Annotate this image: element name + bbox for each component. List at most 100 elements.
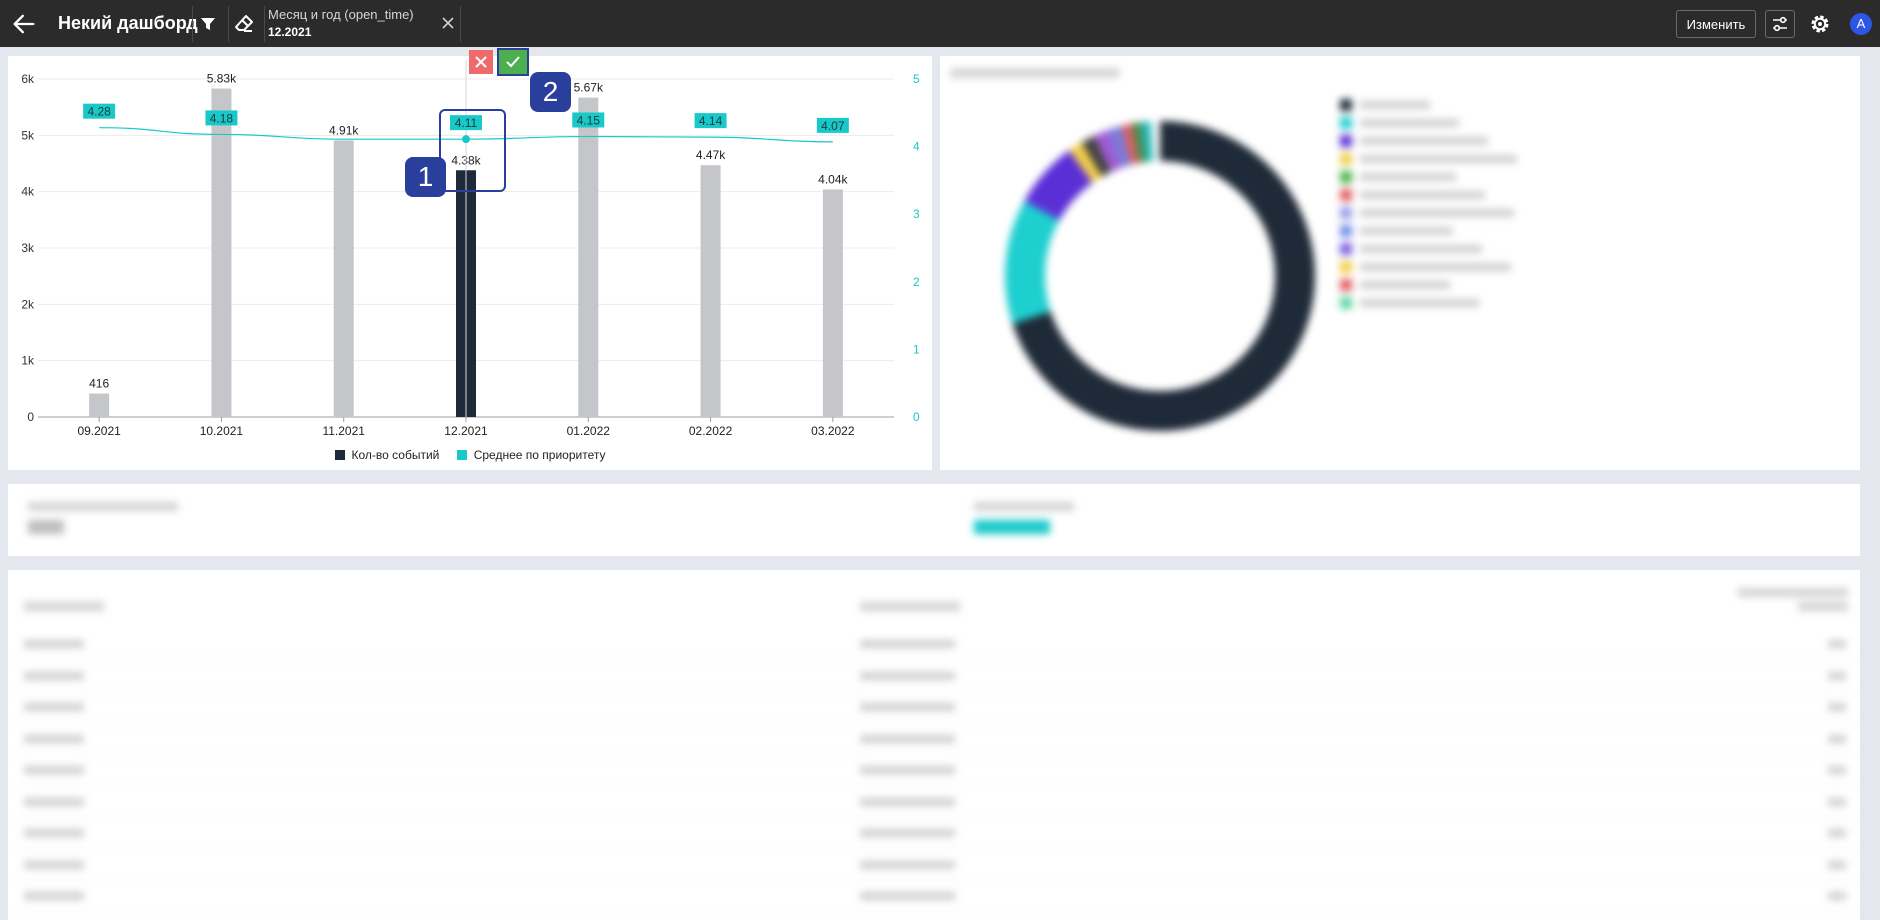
y-left-tick-label: 0 <box>27 410 34 424</box>
donut-legend-item[interactable] <box>1340 114 1517 132</box>
kpi-value-placeholder <box>974 520 1050 534</box>
confirm-selection-button[interactable] <box>497 48 529 76</box>
donut-legend-item[interactable] <box>1340 240 1517 258</box>
legend-swatch <box>1340 297 1352 309</box>
bar-value-label: 4.91k <box>329 123 359 137</box>
line-value-label: 4.14 <box>699 114 723 128</box>
table-header-placeholder <box>1738 588 1848 597</box>
divider <box>264 6 265 42</box>
donut-panel <box>940 56 1860 470</box>
table-row[interactable] <box>8 786 1860 818</box>
legend-swatch <box>334 450 345 460</box>
line-value-label: 4.18 <box>210 111 234 125</box>
filter-icon[interactable] <box>196 12 220 36</box>
donut-title-placeholder <box>950 68 1120 78</box>
legend-swatch <box>1340 225 1352 237</box>
donut-legend-item[interactable] <box>1340 258 1517 276</box>
legend-label-placeholder <box>1360 191 1485 199</box>
legend-swatch <box>456 450 467 460</box>
y-right-tick-label: 0 <box>913 410 920 424</box>
table-cell-placeholder <box>1828 829 1846 837</box>
edit-button[interactable]: Изменить <box>1676 10 1756 38</box>
bar-value-label: 416 <box>89 377 109 391</box>
filter-value: 12.2021 <box>268 25 312 39</box>
bar-value-label: 4.47k <box>696 148 726 162</box>
line-value-label: 4.15 <box>577 113 601 127</box>
y-right-tick-label: 1 <box>913 342 920 356</box>
bar-value-label: 5.83k <box>207 72 237 86</box>
table-cell-placeholder <box>1828 734 1846 743</box>
table-row[interactable] <box>8 880 1860 912</box>
donut-legend-item[interactable] <box>1340 186 1517 204</box>
legend-swatch <box>1340 279 1352 291</box>
callout-badge-1: 1 <box>405 157 446 197</box>
y-right-tick-label: 3 <box>913 207 920 221</box>
back-arrow-icon[interactable] <box>10 10 38 38</box>
legend-swatch <box>1340 189 1352 201</box>
table-row[interactable] <box>8 628 1860 660</box>
donut-legend-item[interactable] <box>1340 294 1517 312</box>
legend-item-events[interactable]: Кол-во событий <box>334 448 440 462</box>
gear-icon[interactable] <box>1808 12 1832 36</box>
callout-highlight-1 <box>439 109 506 192</box>
settings-sliders-button[interactable] <box>1765 10 1795 38</box>
avatar[interactable]: A <box>1850 13 1872 35</box>
y-left-tick-label: 2k <box>21 297 35 311</box>
y-right-tick-label: 5 <box>913 72 920 86</box>
y-left-tick-label: 6k <box>21 72 35 86</box>
divider <box>228 6 229 42</box>
table-cell-placeholder <box>24 892 84 900</box>
filter-name: Месяц и год (open_time) <box>268 7 414 22</box>
legend-swatch <box>1340 171 1352 183</box>
table-row[interactable] <box>8 849 1860 881</box>
divider <box>460 6 461 42</box>
table-cell-placeholder <box>24 860 84 869</box>
table-cell-placeholder <box>24 671 84 680</box>
legend-label: Среднее по приоритету <box>473 448 606 462</box>
donut-legend-item[interactable] <box>1340 150 1517 168</box>
legend-label-placeholder <box>1360 101 1430 109</box>
y-left-tick-label: 5k <box>21 128 35 142</box>
legend-label-placeholder <box>1360 299 1479 307</box>
donut-legend-item[interactable] <box>1340 132 1517 150</box>
table-cell-placeholder <box>1828 766 1846 774</box>
donut-legend-item[interactable] <box>1340 222 1517 240</box>
bar-value-label: 5.67k <box>574 81 604 95</box>
legend-label-placeholder <box>1360 245 1482 253</box>
table-row[interactable] <box>8 754 1860 786</box>
legend-label-placeholder <box>1360 281 1450 289</box>
sliders-icon <box>1773 16 1787 32</box>
donut-chart <box>1005 121 1315 431</box>
table-row[interactable] <box>8 660 1860 692</box>
table-cell-placeholder <box>860 797 955 806</box>
table-row[interactable] <box>8 817 1860 849</box>
donut-legend-item[interactable] <box>1340 96 1517 114</box>
table-cell-placeholder <box>860 703 955 711</box>
table-row[interactable] <box>8 691 1860 723</box>
legend-label: Кол-во событий <box>351 448 440 462</box>
x-tick-label: 01.2022 <box>567 424 611 438</box>
eraser-icon[interactable] <box>232 12 256 36</box>
donut-legend-item[interactable] <box>1340 276 1517 294</box>
kpi-value-placeholder <box>28 520 64 534</box>
legend-swatch <box>1340 153 1352 165</box>
legend-label-placeholder <box>1360 227 1453 235</box>
x-tick-label: 10.2021 <box>200 424 244 438</box>
legend-swatch <box>1340 117 1352 129</box>
legend-label-placeholder <box>1360 173 1456 181</box>
table-row[interactable] <box>8 723 1860 755</box>
table-cell-placeholder <box>1828 671 1846 680</box>
donut-legend-item[interactable] <box>1340 168 1517 186</box>
table-cell-placeholder <box>860 766 955 774</box>
table-cell-placeholder <box>860 892 955 900</box>
table-cell-placeholder <box>860 829 955 837</box>
table-cell-placeholder <box>24 797 84 806</box>
table-cell-placeholder <box>1828 892 1846 900</box>
donut-legend-item[interactable] <box>1340 204 1517 222</box>
remove-filter-icon[interactable] <box>438 13 458 33</box>
active-filter-chip[interactable]: Месяц и год (open_time) 12.2021 <box>268 7 458 41</box>
table-header-placeholder <box>1798 602 1848 611</box>
x-tick-label: 03.2022 <box>811 424 855 438</box>
cancel-selection-button[interactable] <box>469 50 493 74</box>
legend-item-priority[interactable]: Среднее по приоритету <box>456 448 606 462</box>
